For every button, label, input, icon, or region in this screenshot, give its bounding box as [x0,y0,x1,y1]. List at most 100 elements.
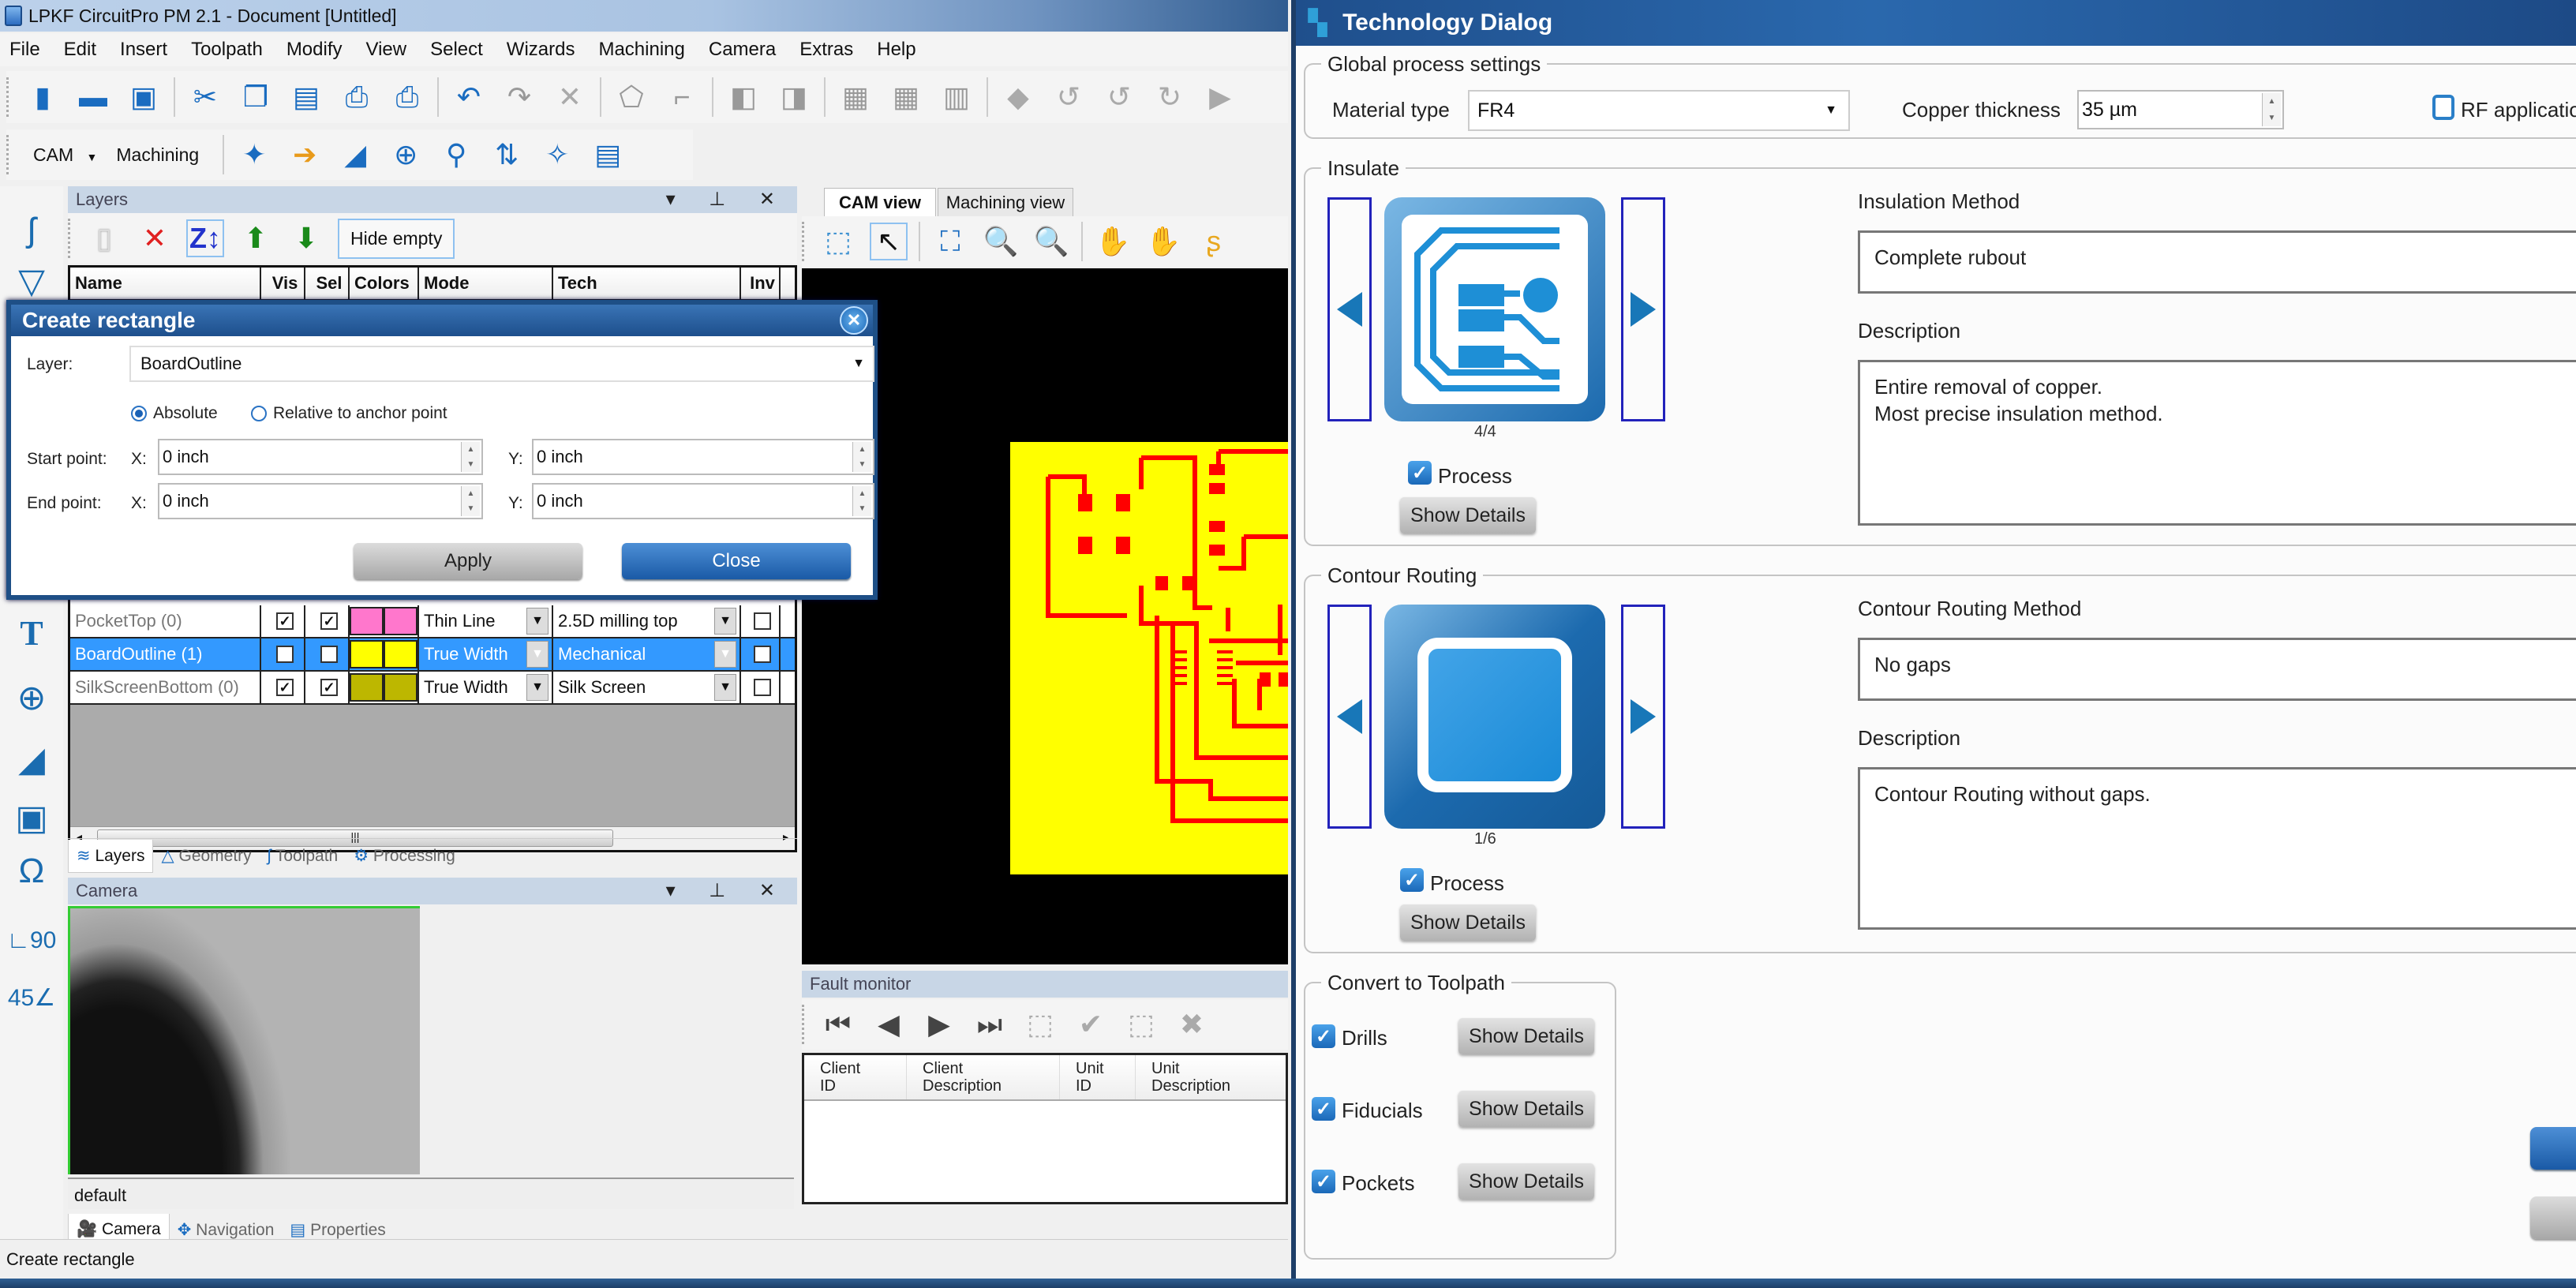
column-header-colors[interactable]: Colors [350,268,419,299]
insulate-previous-button[interactable] [1327,197,1372,421]
layer-name[interactable]: SilkScreenBottom (0) [70,672,261,703]
path-node-icon[interactable]: ⌐ [663,78,701,116]
move-up-icon[interactable]: ⬆ [237,219,275,257]
cut-icon[interactable]: ✂ [186,78,224,116]
fiducials-checkbox[interactable]: ✓ [1312,1097,1335,1121]
toolbar-grip[interactable] [802,1005,808,1044]
column-header-inv[interactable]: Inv [741,268,781,299]
next-fault-icon[interactable]: ▶ [920,1005,958,1043]
snap-icon[interactable]: ʂ [1195,223,1233,260]
menu-modify[interactable]: Modify [286,39,343,61]
layer-color-swatch[interactable] [350,640,384,668]
column-header-client-description[interactable]: Client Description [907,1055,1060,1099]
insulate-show-details-button[interactable]: Show Details [1400,497,1536,534]
tab-processing[interactable]: ⚙ Processing [346,840,463,872]
close-button[interactable]: Close [622,543,851,579]
layer-row[interactable]: PocketTop (0) ✓ ✓ Thin Line ▼ 2.5D milling to… [70,605,795,638]
menu-view[interactable]: View [366,39,407,61]
menu-file[interactable]: File [9,39,40,61]
close-icon[interactable]: ✕ [840,306,868,335]
chevron-down-icon[interactable]: ▼ [526,641,549,668]
layer-invert-checkbox[interactable] [754,612,771,630]
text-tool-icon[interactable]: T [9,611,54,655]
end-x-input[interactable]: 0 inch ▲ ▼ [158,483,483,519]
column-header-name[interactable]: Name [70,268,261,299]
pan-hand-icon[interactable]: ✋ [1094,223,1132,260]
layer-colors-cell[interactable] [350,672,419,703]
chevron-down-icon[interactable]: ▼ [526,674,549,701]
rotate-icon[interactable]: ↺ [1100,78,1138,116]
tool-library-icon[interactable]: ⇅ [488,136,526,174]
move-down-icon[interactable]: ⬇ [287,219,325,257]
layer-colors-cell[interactable] [350,605,419,637]
chevron-down-icon[interactable]: ▼ [714,674,736,701]
layer-color-swatch[interactable] [350,673,384,702]
mode-absolute-radio[interactable]: Absolute [131,404,218,423]
pcb-board-outline[interactable] [1010,442,1288,874]
toolpath-curve-icon[interactable]: ʃ [9,208,54,253]
zoom-window-icon[interactable]: 🔍 [982,223,1020,260]
fiducials-show-details-button[interactable]: Show Details [1458,1091,1594,1127]
pockets-checkbox[interactable]: ✓ [1312,1170,1335,1193]
pointer-select-icon[interactable]: ↖ [870,223,908,260]
eraser-tool-icon[interactable]: ◢ [9,737,54,781]
menu-wizards[interactable]: Wizards [507,39,575,61]
toolbar-grip[interactable] [802,222,808,261]
material-type-select[interactable]: FR4 ▼ [1468,90,1850,131]
more-icon[interactable]: ▶ [1201,78,1239,116]
spin-down-icon[interactable]: ▼ [859,460,867,469]
redo-icon[interactable]: ↷ [500,78,538,116]
spin-down-icon[interactable]: ▼ [2268,114,2276,122]
wizard-icon[interactable]: ✦ [235,136,273,174]
layer-name[interactable]: BoardOutline (1) [70,638,261,670]
insulation-method-value[interactable]: Complete rubout [1858,230,2576,294]
insulate-next-button[interactable] [1621,197,1665,421]
layer-selectable-checkbox[interactable]: ✓ [320,612,338,630]
rf-application-checkbox[interactable] [2432,95,2454,120]
transform-icon[interactable]: ◆ [999,78,1037,116]
rotate-ccw-icon[interactable]: ↺ [1050,78,1088,116]
spin-buttons[interactable]: ▲ ▼ [2262,93,2281,126]
polygon-icon[interactable]: ⬠ [612,78,650,116]
spin-up-icon[interactable]: ▲ [859,489,867,498]
spin-buttons[interactable]: ▲ ▼ [852,486,871,516]
start-y-input[interactable]: 0 inch ▲ ▼ [532,439,874,475]
tab-layers[interactable]: ≋ Layers [68,839,154,873]
layer-mode-cell[interactable]: Thin Line ▼ [419,605,553,637]
drills-show-details-button[interactable]: Show Details [1458,1018,1594,1054]
hide-empty-button[interactable]: Hide empty [338,218,455,259]
layer-color-swatch[interactable] [350,607,384,635]
pan-view-icon[interactable]: ✋ [1144,223,1182,260]
mirror-vertical-icon[interactable]: ◨ [775,78,813,116]
layer-mode-cell[interactable]: True Width ▼ [419,638,553,670]
save-icon[interactable]: ▣ [125,78,163,116]
contour-process-checkbox[interactable]: ✓ [1400,868,1424,892]
layer-tech-cell[interactable]: 2.5D milling top ▼ [553,605,741,637]
copper-thickness-input[interactable]: 35 µm ▲ ▼ [2077,90,2284,129]
acknowledge-icon[interactable]: ✔ [1072,1005,1110,1043]
insulate-process-checkbox[interactable]: ✓ [1408,461,1432,485]
toolbar-grip[interactable] [68,219,74,258]
remove-icon[interactable]: ✖ [1173,1005,1211,1043]
layer-colors-cell[interactable] [350,638,419,670]
keyhole-tool-icon[interactable]: Ω [9,849,54,893]
undo-icon[interactable]: ↶ [450,78,488,116]
tab-cam-view[interactable]: CAM view [824,188,936,216]
import-icon[interactable]: ➔ [286,136,324,174]
end-y-input[interactable]: 0 inch ▲ ▼ [532,483,874,519]
chevron-down-icon[interactable]: ▼ [714,641,736,668]
delete-layer-icon[interactable]: ✕ [136,219,174,257]
print-selection-icon[interactable]: ⎙ [338,78,376,116]
first-fault-icon[interactable]: ⏮ [819,1005,857,1043]
drills-checkbox[interactable]: ✓ [1312,1024,1335,1048]
panel-controls[interactable]: ▾ ⊥ ✕ [666,188,789,211]
rotate-cw-icon[interactable]: ↻ [1151,78,1189,116]
sort-z-icon[interactable]: Z↕ [186,219,224,257]
column-header-client-id[interactable]: Client ID [804,1055,907,1099]
layer-visible-checkbox[interactable]: ✓ [276,646,294,663]
column-header-mode[interactable]: Mode [419,268,553,299]
column-header-unit-id[interactable]: Unit ID [1060,1055,1136,1099]
mode-relative-radio[interactable]: Relative to anchor point [251,404,447,423]
delete-icon[interactable]: ✕ [551,78,589,116]
menu-camera[interactable]: Camera [709,39,776,61]
